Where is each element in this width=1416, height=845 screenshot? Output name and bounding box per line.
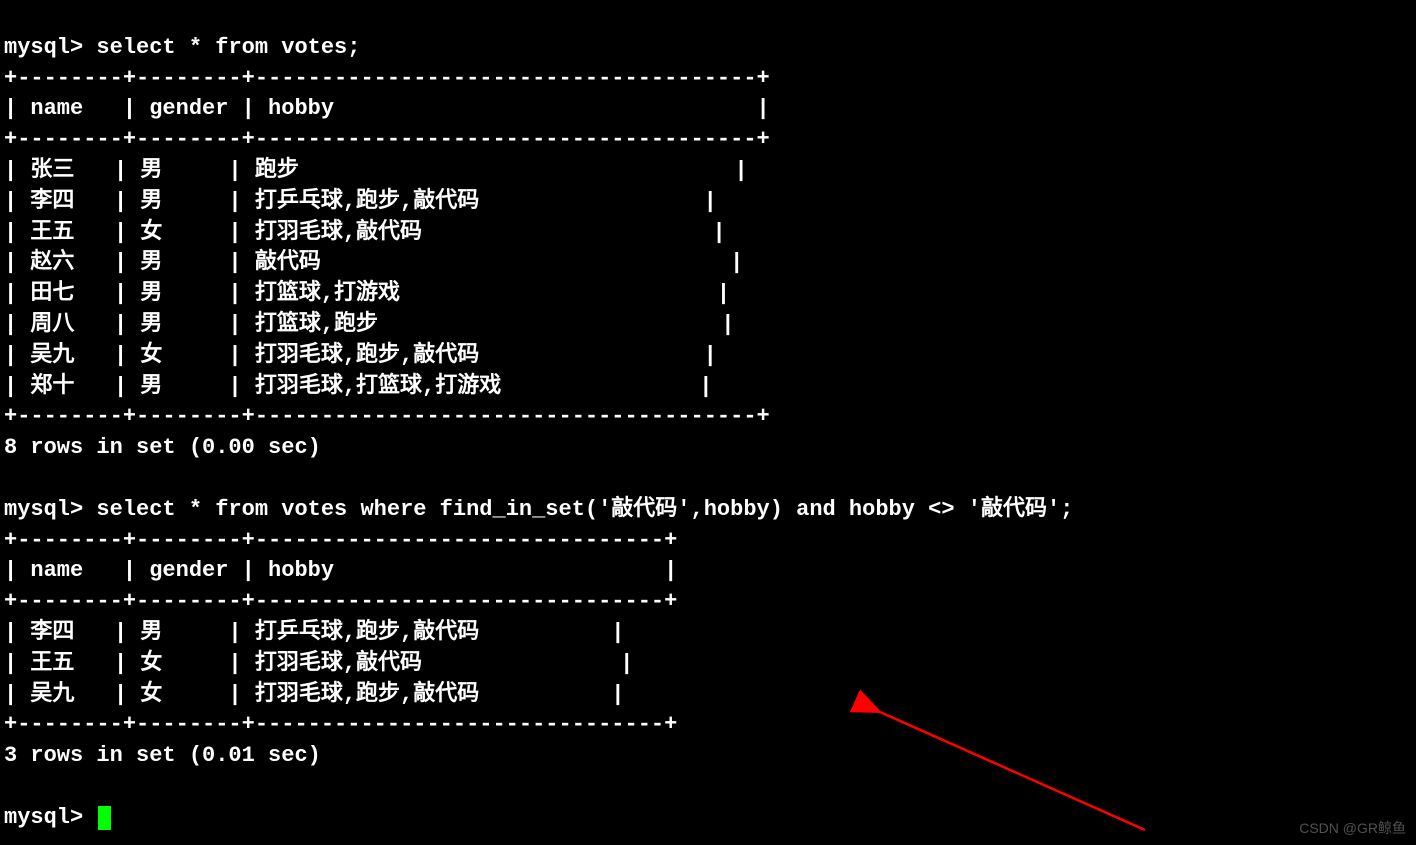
table1-row-6: | 吴九 | 女 | 打羽毛球,跑步,敲代码 | [4,343,717,368]
table2-border-bot: +--------+--------+---------------------… [4,712,677,737]
table1-row-1: | 李四 | 男 | 打乒乓球,跑步,敲代码 | [4,189,717,214]
table1-row-7: | 郑十 | 男 | 打羽毛球,打篮球,打游戏 | [4,374,712,399]
prompt-line-2[interactable]: mysql> select * from votes where find_in… [4,497,1073,522]
table1-border-top: +--------+--------+---------------------… [4,66,770,91]
csdn-watermark: CSDN @GR鲸鱼 [1299,819,1406,839]
table1-summary: 8 rows in set (0.00 sec) [4,435,321,460]
table1-header: | name | gender | hobby | [4,96,770,121]
table2-row-1: | 王五 | 女 | 打羽毛球,敲代码 | [4,651,633,676]
table1-border-mid: +--------+--------+---------------------… [4,127,770,152]
table1-row-0: | 张三 | 男 | 跑步 | [4,158,748,183]
table1-border-bot: +--------+--------+---------------------… [4,404,770,429]
prompt-line-3[interactable]: mysql> [4,805,111,830]
table2-border-mid: +--------+--------+---------------------… [4,589,677,614]
terminal-output: mysql> select * from votes; +--------+--… [0,0,1416,836]
table1-row-2: | 王五 | 女 | 打羽毛球,敲代码 | [4,220,726,245]
table2-header: | name | gender | hobby | [4,558,677,583]
table2-row-0: | 李四 | 男 | 打乒乓球,跑步,敲代码 | [4,620,624,645]
sql-query-2: select * from votes where find_in_set('敲… [96,497,1073,522]
prompt: mysql> [4,497,83,522]
cursor [98,806,110,830]
prompt: mysql> [4,805,83,830]
table2-row-2: | 吴九 | 女 | 打羽毛球,跑步,敲代码 | [4,682,624,707]
table2-summary: 3 rows in set (0.01 sec) [4,743,321,768]
table1-row-4: | 田七 | 男 | 打篮球,打游戏 | [4,281,730,306]
prompt: mysql> [4,35,83,60]
table2-border-top: +--------+--------+---------------------… [4,528,677,553]
table1-row-3: | 赵六 | 男 | 敲代码 | [4,250,743,275]
table1-row-5: | 周八 | 男 | 打篮球,跑步 | [4,312,735,337]
prompt-line-1[interactable]: mysql> select * from votes; [4,35,360,60]
sql-query-1: select * from votes; [96,35,360,60]
